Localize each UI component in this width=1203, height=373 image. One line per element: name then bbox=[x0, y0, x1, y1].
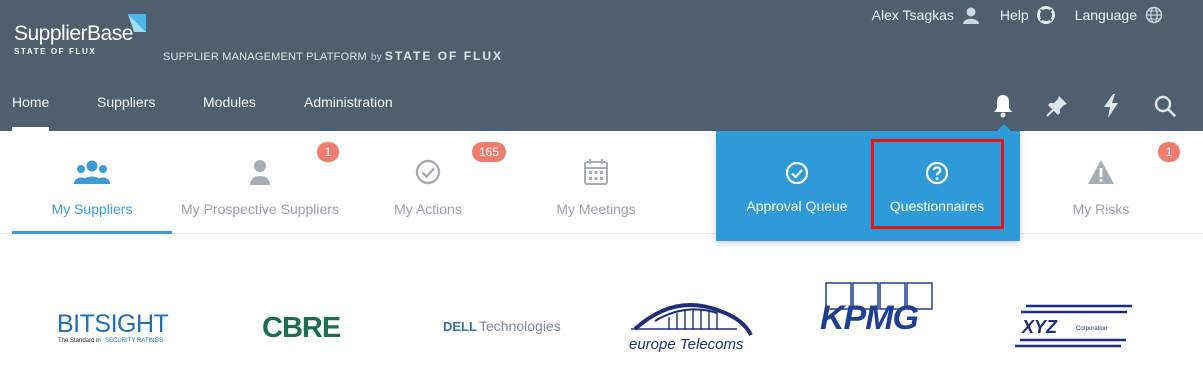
user-name: Alex Tsagkas bbox=[871, 7, 954, 23]
check-circle-icon bbox=[415, 159, 441, 185]
pinned-button[interactable] bbox=[1043, 92, 1071, 120]
main-nav: Home Suppliers Modules Administration bbox=[0, 84, 1203, 131]
menu-item-label: Approval Queue bbox=[746, 198, 848, 214]
tagline-by: by bbox=[370, 52, 382, 63]
logo-europe-telecoms: europe Telecoms bbox=[625, 297, 760, 358]
language-label: Language bbox=[1074, 7, 1137, 23]
tab-active-indicator bbox=[12, 231, 172, 234]
kpmg-wordmark: KPMG bbox=[820, 299, 919, 333]
tab-my-suppliers[interactable]: My Suppliers bbox=[12, 131, 172, 234]
bitsight-wordmark: BITSIGHT bbox=[57, 310, 169, 338]
dashboard-tabs: My Suppliers My Prospective Suppliers 1 … bbox=[0, 131, 1203, 234]
globe-icon bbox=[1145, 6, 1163, 24]
actions-badge: 165 bbox=[472, 142, 507, 162]
xyz-wordmark: XYZ bbox=[1021, 317, 1058, 337]
warning-icon bbox=[1088, 160, 1114, 184]
logo-bitsight: BITSIGHT The Standard in SECURITY RATING… bbox=[57, 307, 177, 350]
dell-suffix: Technologies bbox=[479, 318, 561, 334]
tab-label: My Prospective Suppliers bbox=[181, 201, 339, 217]
tab-label: My Risks bbox=[1072, 201, 1130, 217]
user-icon bbox=[250, 160, 270, 185]
user-icon bbox=[962, 7, 979, 24]
bell-icon bbox=[994, 95, 1012, 118]
user-menu[interactable]: Alex Tsagkas bbox=[872, 6, 980, 24]
language-menu[interactable]: Language bbox=[1075, 6, 1163, 24]
logo-cbre: CBRE bbox=[262, 311, 357, 348]
calendar-icon bbox=[584, 159, 608, 185]
tagline-company: STATE OF FLUX bbox=[384, 49, 504, 63]
tagline-text: SUPPLIER MANAGEMENT PLATFORM bbox=[163, 51, 367, 63]
logo-kpmg: KPMG bbox=[820, 281, 940, 338]
logo-xyz-corporation: XYZ Corporation bbox=[1014, 303, 1134, 354]
pin-icon bbox=[1046, 96, 1067, 117]
bitsight-tagline-2: SECURITY RATINGS bbox=[105, 338, 163, 344]
dropdown-caret bbox=[997, 124, 1011, 131]
nav-home[interactable]: Home bbox=[12, 94, 49, 110]
logo-dell-technologies: DELL Technologies bbox=[443, 315, 568, 342]
bitsight-tagline: The Standard in bbox=[58, 338, 101, 344]
menu-item-approval-queue[interactable]: Approval Queue bbox=[726, 131, 868, 241]
lifebuoy-icon bbox=[1036, 6, 1055, 24]
lightning-icon bbox=[1104, 94, 1118, 118]
notifications-button[interactable] bbox=[989, 92, 1017, 120]
quick-actions-button[interactable] bbox=[1097, 92, 1125, 120]
tab-label: My Actions bbox=[394, 201, 462, 217]
brand-name: SupplierBase bbox=[14, 22, 133, 45]
risks-badge: 1 bbox=[1158, 142, 1180, 162]
brand-subtitle: STATE OF FLUX bbox=[14, 47, 97, 56]
nav-icon-group bbox=[989, 92, 1179, 120]
check-circle-icon bbox=[785, 161, 809, 185]
prospective-suppliers-badge: 1 bbox=[317, 142, 339, 162]
dell-wordmark: DELL bbox=[443, 319, 477, 334]
bridge-icon bbox=[631, 303, 753, 336]
tab-my-risks[interactable]: My Risks bbox=[1020, 131, 1182, 233]
nav-suppliers[interactable]: Suppliers bbox=[97, 94, 155, 110]
client-logos: BITSIGHT The Standard in SECURITY RATING… bbox=[0, 275, 1203, 373]
europe-telecoms-wordmark: europe Telecoms bbox=[629, 336, 744, 353]
brand-logo[interactable]: SupplierBase STATE OF FLUX bbox=[14, 22, 133, 56]
brand-mark-icon bbox=[128, 14, 146, 32]
app-header: SupplierBase STATE OF FLUX SUPPLIER MANA… bbox=[0, 0, 1203, 131]
tab-label: My Meetings bbox=[556, 201, 636, 217]
help-menu[interactable]: Help bbox=[1000, 6, 1055, 24]
platform-tagline: SUPPLIER MANAGEMENT PLATFORM by STATE OF F… bbox=[163, 49, 503, 63]
users-icon bbox=[74, 160, 110, 184]
highlight-box bbox=[871, 139, 1004, 229]
search-icon bbox=[1154, 95, 1176, 117]
cbre-wordmark: CBRE bbox=[262, 312, 341, 343]
help-label: Help bbox=[999, 7, 1029, 23]
utility-menu: Alex Tsagkas Help Language bbox=[872, 6, 1163, 24]
nav-modules[interactable]: Modules bbox=[203, 94, 256, 110]
xyz-suffix: Corporation bbox=[1076, 326, 1107, 332]
nav-administration[interactable]: Administration bbox=[304, 94, 393, 110]
tab-label: My Suppliers bbox=[51, 201, 133, 217]
tab-my-meetings[interactable]: My Meetings bbox=[508, 131, 684, 233]
search-button[interactable] bbox=[1151, 92, 1179, 120]
